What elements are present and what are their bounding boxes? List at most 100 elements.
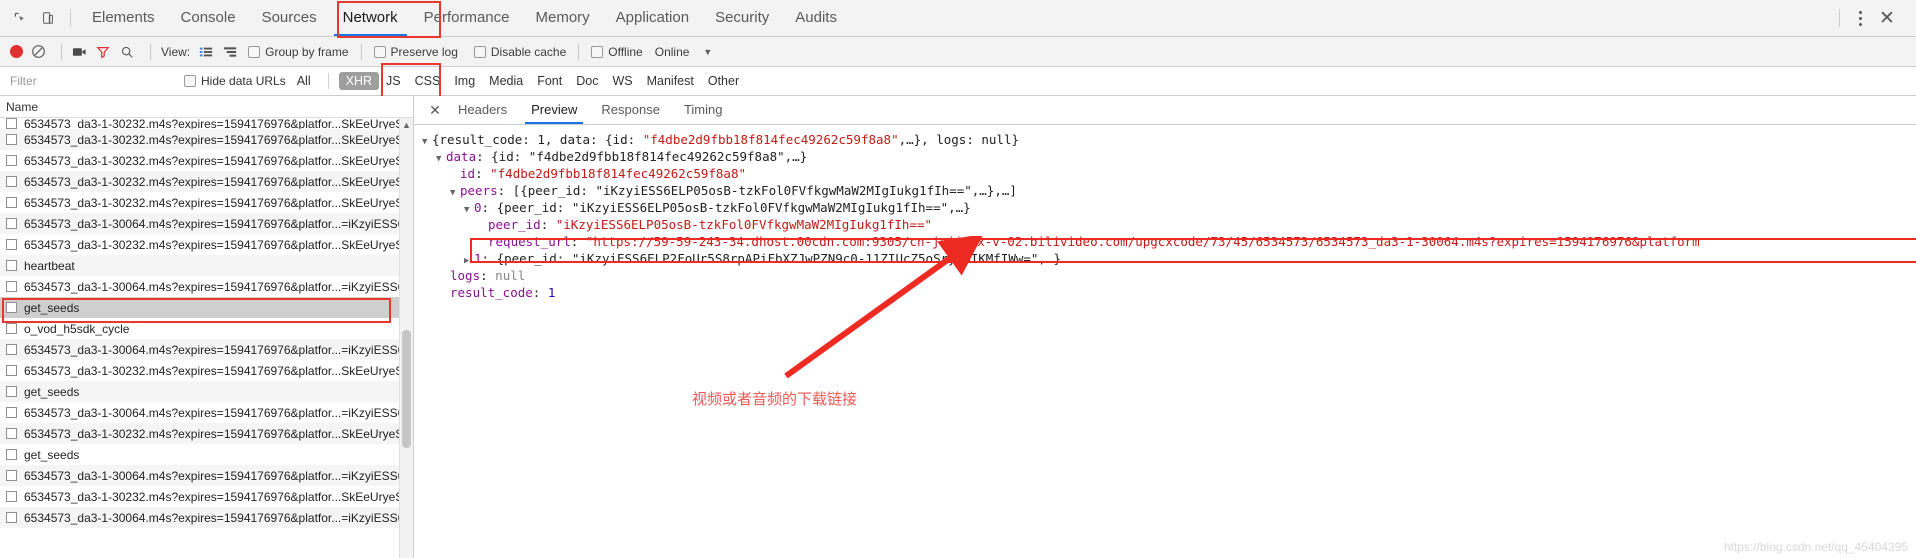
filter-type-img[interactable]: Img [447, 72, 482, 90]
tab-preview[interactable]: Preview [519, 96, 589, 124]
tab-headers[interactable]: Headers [446, 96, 519, 124]
json-line-peer-id[interactable]: peer_id: "iKzyiESS6ELP05osB-tzkFol0FVfkg… [422, 216, 1916, 233]
clear-prohibited-icon[interactable] [30, 44, 46, 60]
row-checkbox[interactable] [6, 197, 17, 208]
disable-cache-checkbox[interactable]: Disable cache [473, 45, 566, 59]
tab-elements[interactable]: Elements [79, 0, 168, 36]
scrollbar-thumb[interactable] [402, 330, 411, 448]
row-checkbox[interactable] [6, 281, 17, 292]
table-row[interactable]: 6534573_da3-1-30232.m4s?expires=15941769… [0, 118, 413, 129]
disclosure-triangle-icon[interactable]: ▼ [450, 185, 460, 202]
table-row[interactable]: 6534573_da3-1-30064.m4s?expires=15941769… [0, 507, 413, 528]
close-icon[interactable]: ✕ [1872, 3, 1902, 33]
row-checkbox[interactable] [6, 134, 17, 145]
request-rows[interactable]: 6534573_da3-1-30232.m4s?expires=15941769… [0, 118, 413, 558]
table-row[interactable]: 6534573_da3-1-30064.m4s?expires=15941769… [0, 402, 413, 423]
row-checkbox[interactable] [6, 176, 17, 187]
json-line-request-url[interactable]: request_url: "https://59-59-243-34.dhost… [422, 233, 1916, 250]
filter-type-xhr[interactable]: XHR [338, 72, 380, 90]
camera-icon[interactable] [70, 43, 88, 61]
record-circle-icon[interactable] [10, 45, 23, 58]
table-row[interactable]: 6534573_da3-1-30064.m4s?expires=15941769… [0, 213, 413, 234]
tab-audits[interactable]: Audits [782, 0, 850, 36]
row-checkbox[interactable] [6, 449, 17, 460]
row-checkbox[interactable] [6, 407, 17, 418]
filter-type-font[interactable]: Font [530, 72, 569, 90]
row-checkbox[interactable] [6, 218, 17, 229]
table-row[interactable]: 6534573_da3-1-30232.m4s?expires=15941769… [0, 150, 413, 171]
list-view-icon[interactable] [196, 43, 216, 61]
table-row[interactable]: get_seeds [0, 444, 413, 465]
tab-timing[interactable]: Timing [672, 96, 735, 124]
row-checkbox[interactable] [6, 512, 17, 523]
json-line-id[interactable]: id: "f4dbe2d9fbb18f814fec49262c59f8a8" [422, 165, 1916, 182]
filter-type-other[interactable]: Other [701, 72, 746, 90]
table-row[interactable]: 6534573_da3-1-30232.m4s?expires=15941769… [0, 192, 413, 213]
table-row[interactable]: get_seeds [0, 381, 413, 402]
offline-checkbox[interactable]: Offline [591, 45, 643, 59]
row-checkbox[interactable] [6, 323, 17, 334]
json-line-peer-0[interactable]: ▼ 0: {peer_id: "iKzyiESS6ELP05osB-tzkFol0… [422, 199, 1916, 216]
hide-data-urls-checkbox[interactable]: Hide data URLs [184, 74, 286, 88]
row-checkbox[interactable] [6, 365, 17, 376]
waterfall-view-icon[interactable] [220, 43, 240, 61]
json-preview-tree[interactable]: ▼ {result_code: 1, data: {id: "f4dbe2d9fb… [414, 125, 1916, 558]
kebab-menu-icon[interactable] [1848, 10, 1872, 26]
table-row[interactable]: 6534573_da3-1-30064.m4s?expires=15941769… [0, 339, 413, 360]
scroll-up-arrow[interactable]: ▲ [400, 118, 413, 132]
row-checkbox[interactable] [6, 428, 17, 439]
table-row[interactable]: o_vod_h5sdk_cycle [0, 318, 413, 339]
json-line-peers[interactable]: ▼ peers: [{peer_id: "iKzyiESS6ELP05osB-tz… [422, 182, 1916, 199]
json-line-logs[interactable]: logs: null [422, 267, 1916, 284]
table-row[interactable]: 6534573_da3-1-30232.m4s?expires=15941769… [0, 234, 413, 255]
disclosure-triangle-icon[interactable]: ▼ [464, 202, 474, 219]
scrollbar-vertical[interactable]: ▲ [399, 118, 413, 558]
tab-memory[interactable]: Memory [523, 0, 603, 36]
table-row[interactable]: heartbeat [0, 255, 413, 276]
json-line-data[interactable]: ▼ data: {id: "f4dbe2d9fbb18f814fec49262c5… [422, 148, 1916, 165]
row-checkbox[interactable] [6, 344, 17, 355]
filter-type-css[interactable]: CSS [408, 72, 448, 90]
json-line-root[interactable]: ▼ {result_code: 1, data: {id: "f4dbe2d9fb… [422, 131, 1916, 148]
throttling-select-value[interactable]: Online [655, 45, 690, 59]
row-checkbox[interactable] [6, 260, 17, 271]
tab-sources[interactable]: Sources [249, 0, 330, 36]
row-checkbox[interactable] [6, 118, 17, 129]
table-row[interactable]: 6534573_da3-1-30064.m4s?expires=15941769… [0, 276, 413, 297]
device-toolbar-icon[interactable] [34, 4, 62, 32]
close-icon[interactable]: ✕ [424, 102, 446, 119]
funnel-icon[interactable] [94, 43, 112, 61]
filter-type-doc[interactable]: Doc [569, 72, 605, 90]
tab-network[interactable]: Network [330, 0, 411, 36]
row-checkbox[interactable] [6, 470, 17, 481]
filter-input[interactable] [8, 73, 174, 89]
row-checkbox[interactable] [6, 491, 17, 502]
search-icon[interactable] [118, 43, 136, 61]
json-line-peer-1[interactable]: ▶ 1: {peer_id: "iKzyiESS6ELP2FoUr5S8rpAPi… [422, 250, 1916, 267]
disclosure-triangle-icon[interactable]: ▼ [436, 151, 446, 168]
row-checkbox[interactable] [6, 239, 17, 250]
table-row[interactable]: 6534573_da3-1-30064.m4s?expires=15941769… [0, 465, 413, 486]
disclosure-triangle-icon[interactable]: ▼ [422, 134, 432, 151]
tab-console[interactable]: Console [168, 0, 249, 36]
inspect-element-icon[interactable] [6, 4, 34, 32]
filter-type-all[interactable]: All [290, 72, 318, 90]
row-checkbox[interactable] [6, 386, 17, 397]
tab-performance[interactable]: Performance [411, 0, 523, 36]
tab-security[interactable]: Security [702, 0, 782, 36]
group-by-frame-checkbox[interactable]: Group by frame [248, 45, 349, 59]
filter-type-js[interactable]: JS [379, 72, 408, 90]
table-row[interactable]: 6534573_da3-1-30232.m4s?expires=15941769… [0, 360, 413, 381]
chevron-down-icon[interactable]: ▼ [703, 47, 712, 57]
row-checkbox[interactable] [6, 155, 17, 166]
json-line-result-code[interactable]: result_code: 1 [422, 284, 1916, 301]
filter-type-media[interactable]: Media [482, 72, 530, 90]
table-row[interactable]: 6534573_da3-1-30232.m4s?expires=15941769… [0, 486, 413, 507]
table-row[interactable]: 6534573_da3-1-30232.m4s?expires=15941769… [0, 171, 413, 192]
row-checkbox[interactable] [6, 302, 17, 313]
tab-application[interactable]: Application [603, 0, 702, 36]
table-row[interactable]: 6534573_da3-1-30232.m4s?expires=15941769… [0, 129, 413, 150]
filter-type-manifest[interactable]: Manifest [640, 72, 701, 90]
filter-type-ws[interactable]: WS [605, 72, 639, 90]
table-row-selected[interactable]: get_seeds [0, 297, 413, 318]
